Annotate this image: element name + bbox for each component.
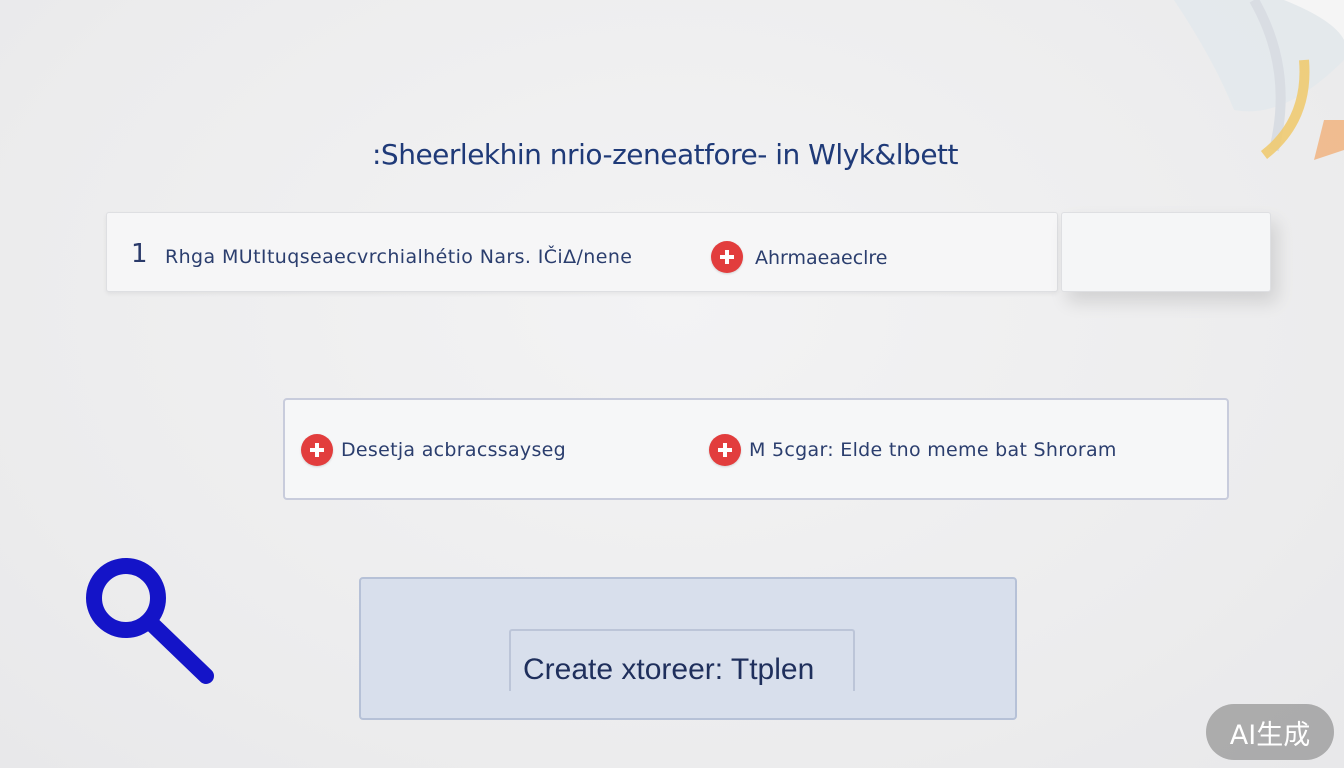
page-title: :Sheerlekhin nrio-zeneatfore- in Wlyk&lb… [372,138,959,171]
action-item[interactable]: M 5cgar: Elde tno meme bat Shroram [709,434,1117,466]
add-icon[interactable] [711,241,743,273]
add-icon[interactable] [301,434,333,466]
side-panel [1061,212,1271,292]
actions-box: Desetja acbracssayseg M 5cgar: Elde tno … [283,398,1229,500]
info-bar: 1 Rhga MUtItuqseaecvrchialhétio Nars. IČ… [106,212,1058,292]
action-label: Desetja acbracssayseg [341,439,567,461]
info-text: Rhga MUtItuqseaecvrchialhétio Nars. IČiΔ… [165,246,633,268]
action-label: M 5cgar: Elde tno meme bat Shroram [749,439,1117,461]
action-item[interactable]: Desetja acbracssayseg [301,434,566,466]
info-secondary-text: Ahrmaeaeclre [755,247,888,269]
create-button-label: Create xtoreer: Ttplen [523,653,815,686]
create-button[interactable]: Create xtoreer: Ttplen [509,629,855,691]
ai-generated-watermark: AI生成 [1206,704,1334,760]
search-icon[interactable] [84,556,218,686]
corner-decoration [1174,0,1344,160]
info-index: 1 [131,239,148,269]
add-icon[interactable] [709,434,741,466]
create-panel: Create xtoreer: Ttplen [359,577,1017,720]
